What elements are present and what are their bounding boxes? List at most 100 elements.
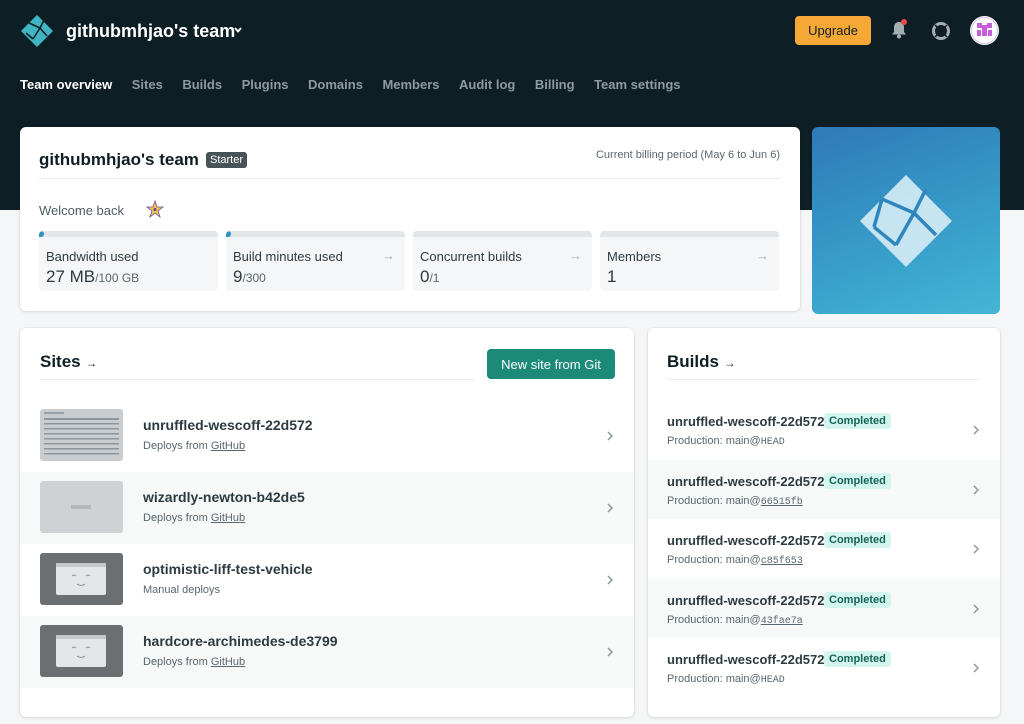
build-context: Production: main@HEAD: [667, 435, 785, 448]
status-badge: Completed: [824, 472, 891, 489]
commit-ref[interactable]: c85f653: [761, 556, 803, 567]
arrow-right-icon: →: [382, 248, 395, 263]
help-icon[interactable]: [930, 20, 952, 42]
build-row[interactable]: unruffled-wescoff-22d572 Completed Produ…: [648, 578, 1000, 639]
stat-concurrent-builds[interactable]: Concurrent builds 0/1 →: [413, 231, 592, 291]
arrow-right-icon: →: [723, 356, 736, 370]
build-row[interactable]: unruffled-wescoff-22d572 Completed Produ…: [648, 519, 1000, 579]
site-row[interactable]: optimistic-liff-test-vehicle Manual depl…: [20, 544, 634, 616]
smiley-window-icon: [40, 553, 123, 605]
github-link[interactable]: GitHub: [211, 512, 245, 524]
tab-builds[interactable]: Builds: [182, 77, 222, 97]
build-context-label: Production:: [667, 673, 726, 686]
site-name[interactable]: wizardly-newton-b42de5: [143, 489, 305, 505]
site-row[interactable]: wizardly-newton-b42de5 Deploys from GitH…: [20, 472, 634, 544]
build-branch: main@: [725, 613, 761, 626]
avatar[interactable]: [970, 16, 999, 45]
tab-billing[interactable]: Billing: [535, 77, 575, 97]
build-row[interactable]: unruffled-wescoff-22d572 Completed Produ…: [648, 459, 1000, 520]
stat-value-number: 1: [607, 267, 617, 286]
github-link[interactable]: GitHub: [211, 656, 245, 668]
stat-label: Members: [607, 249, 662, 264]
status-badge: Completed: [824, 413, 891, 429]
members-progress-track: [600, 231, 779, 237]
site-row[interactable]: unruffled-wescoff-22d572 Deploys from Gi…: [20, 400, 634, 472]
tab-members[interactable]: Members: [382, 77, 439, 97]
new-site-from-git-button[interactable]: New site from Git: [487, 349, 615, 379]
deploy-prefix: Deploys from: [143, 512, 211, 524]
welcome-text: Welcome back: [39, 203, 125, 218]
stat-value: 0/1: [420, 267, 439, 287]
stat-label: Build minutes used: [233, 249, 343, 264]
team-title: githubmhjao's team: [39, 150, 199, 169]
arrow-right-icon: →: [85, 356, 98, 370]
deploy-prefix: Manual deploys: [143, 584, 221, 596]
build-context: Production: main@HEAD: [667, 673, 785, 686]
tab-domains[interactable]: Domains: [308, 77, 363, 97]
site-deploy-source: Deploys from GitHub: [143, 656, 245, 668]
github-link[interactable]: GitHub: [211, 440, 245, 452]
commit-link[interactable]: 66515fb: [761, 497, 803, 508]
stat-build-minutes[interactable]: Build minutes used 9/300 →: [226, 231, 405, 291]
build-context: Production: main@66515fb: [667, 495, 803, 508]
site-row[interactable]: hardcore-archimedes-de3799 Deploys from …: [20, 616, 634, 688]
site-thumbnail: [40, 409, 123, 461]
build-ref: HEAD: [760, 437, 785, 448]
tab-plugins[interactable]: Plugins: [242, 77, 289, 97]
build-context-label: Production:: [667, 554, 726, 567]
chevron-right-icon: [607, 647, 614, 657]
stat-value-limit: /100 GB: [95, 271, 140, 285]
chevron-right-icon: [973, 544, 980, 554]
stat-value: 1: [607, 267, 616, 287]
builds-card: Builds → unruffled-wescoff-22d572 Comple…: [648, 328, 1000, 717]
site-thumbnail: [40, 625, 123, 677]
chevron-right-icon: [973, 663, 980, 673]
builds-title-link[interactable]: Builds →: [667, 352, 736, 372]
commit-ref[interactable]: 43fae7a: [761, 616, 803, 627]
chevron-right-icon: [607, 431, 614, 441]
billing-period: Current billing period (May 6 to Jun 6): [595, 149, 780, 161]
divider: [39, 178, 780, 179]
avatar-identicon-icon: [971, 17, 998, 44]
netlify-logo-large-icon: [860, 175, 952, 267]
chevron-right-icon: [973, 425, 980, 435]
build-site-name: unruffled-wescoff-22d572: [667, 533, 825, 549]
top-header: githubmhjao's team Upgrade: [0, 0, 1024, 64]
build-site-name: unruffled-wescoff-22d572: [667, 592, 825, 608]
status-badge: Completed: [824, 532, 891, 549]
commit-ref[interactable]: 66515fb: [761, 497, 803, 508]
bandwidth-progress-fill: [39, 231, 45, 237]
arrow-right-icon: →: [756, 248, 769, 263]
builds-title: Builds: [667, 352, 719, 371]
site-name[interactable]: unruffled-wescoff-22d572: [143, 417, 313, 433]
site-name[interactable]: hardcore-archimedes-de3799: [143, 633, 338, 649]
tab-team-settings[interactable]: Team settings: [594, 77, 680, 97]
team-switcher[interactable]: githubmhjao's team: [66, 21, 235, 42]
sparkle-emoji-icon: [146, 200, 164, 218]
stat-members[interactable]: Members 1 →: [600, 231, 779, 291]
build-context-label: Production:: [667, 494, 726, 507]
build-branch: main@: [725, 673, 761, 686]
build-row[interactable]: unruffled-wescoff-22d572 Completed Produ…: [648, 638, 1000, 698]
site-name[interactable]: optimistic-liff-test-vehicle: [143, 561, 313, 577]
sites-title-link[interactable]: Sites →: [40, 352, 97, 372]
build-context-label: Production:: [667, 613, 726, 626]
tab-team-overview[interactable]: Team overview: [20, 77, 112, 97]
site-thumbnail: [40, 481, 123, 533]
netlify-logo-icon[interactable]: [20, 14, 54, 48]
status-badge: Completed: [824, 651, 891, 668]
build-context: Production: main@c85f653: [667, 554, 803, 567]
build-branch: main@: [725, 554, 761, 567]
tab-sites[interactable]: Sites: [132, 77, 163, 97]
commit-link[interactable]: c85f653: [761, 556, 803, 567]
sites-title: Sites: [40, 352, 81, 371]
tab-audit-log[interactable]: Audit log: [459, 77, 515, 97]
chevron-right-icon: [607, 503, 614, 513]
build-branch: main@: [725, 435, 761, 447]
build-minutes-progress-fill: [226, 231, 232, 237]
chevron-down-icon[interactable]: [233, 25, 243, 35]
commit-link[interactable]: 43fae7a: [761, 616, 803, 627]
upgrade-button[interactable]: Upgrade: [795, 16, 871, 45]
build-row[interactable]: unruffled-wescoff-22d572 Completed Produ…: [648, 400, 1000, 460]
build-site-name: unruffled-wescoff-22d572: [667, 473, 825, 489]
